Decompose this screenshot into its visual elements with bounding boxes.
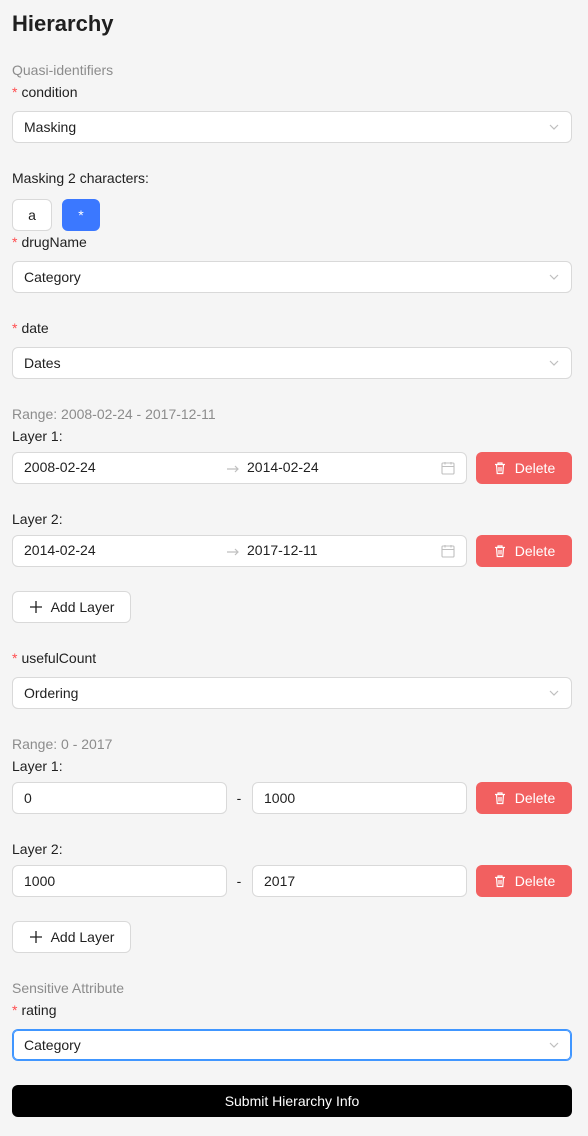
usefulcount-label-text: usefulCount (21, 650, 97, 666)
usefulcount-layer-2-to-input[interactable]: 2017 (252, 865, 467, 897)
delete-icon (494, 545, 505, 558)
required-marker: * (12, 650, 18, 666)
delete-icon (494, 875, 505, 888)
chevron-down-icon (549, 360, 559, 366)
required-marker: * (12, 234, 18, 250)
usefulcount-label: * usefulCount (12, 648, 96, 668)
date-select[interactable]: Dates (12, 347, 572, 379)
range-start[interactable]: 2008-02-24 (24, 459, 96, 475)
date-layer-1-label: Layer 1: (12, 428, 63, 444)
chevron-down-icon (549, 124, 559, 130)
chevron-down-icon (549, 690, 559, 696)
usefulcount-layer-2-delete-button[interactable]: Delete (476, 865, 572, 897)
add-layer-label: Add Layer (50, 599, 115, 615)
drugname-select[interactable]: Category (12, 261, 572, 293)
drugname-label: * drugName (12, 232, 87, 252)
date-layer-2-delete-button[interactable]: Delete (476, 535, 572, 567)
delete-label: Delete (514, 460, 556, 476)
date-layer-2-label: Layer 2: (12, 511, 63, 527)
condition-select-value: Masking (24, 119, 77, 135)
chevron-down-icon (549, 1042, 559, 1048)
range-separator: - (236, 790, 242, 806)
delete-label: Delete (514, 873, 556, 889)
delete-label: Delete (514, 543, 556, 559)
range-separator: - (236, 873, 242, 889)
condition-select[interactable]: Masking (12, 111, 572, 143)
date-layer-2-range-picker[interactable]: 2014-02-24 2017-12-11 (12, 535, 467, 567)
range-start[interactable]: 2014-02-24 (24, 542, 96, 558)
date-range-text: Range: 2008-02-24 - 2017-12-11 (12, 406, 216, 422)
rating-label-text: rating (21, 1002, 57, 1018)
usefulcount-range-text: Range: 0 - 2017 (12, 736, 113, 752)
sensitive-attribute-section-label: Sensitive Attribute (12, 980, 125, 996)
required-marker: * (12, 320, 18, 336)
usefulcount-add-layer-button[interactable]: Add Layer (12, 921, 131, 953)
usefulcount-layer-2-from-input[interactable]: 1000 (12, 865, 227, 897)
usefulcount-layer-1-to-input[interactable]: 1000 (252, 782, 467, 814)
mask-button-a[interactable]: a (12, 199, 52, 231)
chevron-down-icon (549, 274, 559, 280)
arrow-right-icon (227, 465, 239, 473)
condition-label-text: condition (21, 84, 78, 100)
required-marker: * (12, 84, 18, 100)
calendar-icon (441, 462, 455, 475)
drugname-select-value: Category (24, 269, 81, 285)
usefulcount-select-value: Ordering (24, 685, 79, 701)
usefulcount-layer-2-label: Layer 2: (12, 841, 63, 857)
add-layer-label: Add Layer (50, 929, 115, 945)
range-end[interactable]: 2014-02-24 (247, 459, 319, 475)
date-layer-1-delete-button[interactable]: Delete (476, 452, 572, 484)
arrow-right-icon (227, 548, 239, 556)
date-add-layer-button[interactable]: Add Layer (12, 591, 131, 623)
date-label: * date (12, 318, 49, 338)
drugname-label-text: drugName (21, 234, 87, 250)
plus-icon (29, 601, 42, 613)
delete-icon (494, 792, 505, 805)
hierarchy-page: Hierarchy Quasi-identifiers * condition M… (0, 0, 588, 1136)
date-select-value: Dates (24, 355, 61, 371)
delete-label: Delete (514, 790, 556, 806)
usefulcount-layer-1-label: Layer 1: (12, 758, 63, 774)
date-label-text: date (21, 320, 49, 336)
mask-button-star[interactable]: * (62, 199, 100, 231)
delete-icon (494, 462, 505, 475)
submit-hierarchy-button[interactable]: Submit Hierarchy Info (12, 1085, 572, 1117)
usefulcount-layer-1-from-input[interactable]: 0 (12, 782, 227, 814)
masking-text: Masking 2 characters: (12, 170, 149, 186)
calendar-icon (441, 545, 455, 558)
usefulcount-select[interactable]: Ordering (12, 677, 572, 709)
plus-icon (29, 931, 42, 943)
quasi-identifiers-section-label: Quasi-identifiers (12, 62, 114, 78)
page-title: Hierarchy (12, 11, 114, 36)
rating-select[interactable]: Category (12, 1029, 572, 1061)
required-marker: * (12, 1002, 18, 1018)
range-end[interactable]: 2017-12-11 (247, 542, 318, 558)
condition-label: * condition (12, 82, 78, 102)
date-layer-1-range-picker[interactable]: 2008-02-24 2014-02-24 (12, 452, 467, 484)
usefulcount-layer-1-delete-button[interactable]: Delete (476, 782, 572, 814)
rating-select-value: Category (24, 1037, 81, 1053)
rating-label: * rating (12, 1000, 56, 1020)
